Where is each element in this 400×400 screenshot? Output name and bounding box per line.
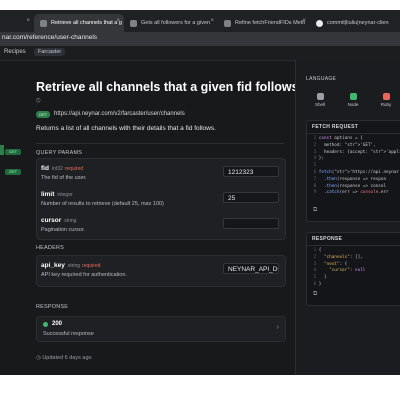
tab-label: Gets all followers for a given: [141, 20, 211, 26]
sidebar-method-badge[interactable]: GET: [5, 149, 21, 155]
tab-refine[interactable]: Refine fetchFriendFIDs Meth ×: [218, 14, 310, 32]
page-title: Retrieve all channels that a given fid f…: [36, 80, 299, 94]
param-desc: Pagination cursor.: [41, 227, 86, 233]
favicon-icon: [224, 19, 231, 27]
tab-bar: × Retrieve all channels that a g × Gets …: [0, 10, 400, 32]
sidebar-method-badge[interactable]: GET: [5, 169, 21, 175]
param-desc: The fid of the user.: [41, 175, 87, 181]
tab-label: Retrieve all channels that a g: [51, 20, 122, 26]
copy-icon[interactable]: ⧉: [313, 291, 317, 298]
response-200-card[interactable]: 200 Successful response ›: [36, 316, 286, 342]
response-header: RESPONSE: [307, 233, 400, 246]
tab-label: commit|liuliu|neynar-clien: [327, 20, 389, 26]
param-name: limit integer: [41, 191, 73, 198]
tab-close-icon[interactable]: ×: [116, 18, 120, 24]
fetch-request-header: FETCH REQUEST: [307, 121, 400, 134]
page-description: Returns a list of all channels with thei…: [36, 125, 216, 132]
site-nav: Recipes Farcaster: [0, 46, 400, 61]
response-code: 200: [52, 321, 63, 327]
github-icon: [316, 19, 323, 27]
tab-close-icon[interactable]: ×: [302, 18, 306, 24]
fetch-request-label: FETCH REQUEST: [312, 124, 359, 130]
tab-commit[interactable]: commit|liuliu|neynar-clien: [310, 14, 400, 32]
language-label: LANGUAGE: [306, 76, 337, 82]
tab-close-icon[interactable]: ×: [210, 18, 214, 24]
limit-input[interactable]: 25: [223, 192, 279, 203]
address-bar[interactable]: nar.com/reference/user-channels: [0, 32, 400, 46]
sidebar-active-indicator: [0, 145, 4, 155]
response-code-block[interactable]: 1 { 2 "channels": [], 3 "next": { 4 "cur…: [311, 248, 366, 289]
tab-active[interactable]: Retrieve all channels that a g ×: [34, 14, 124, 32]
response-text: Successful response: [43, 331, 94, 337]
code-panel: LANGUAGE Shell Node Ruby FETCH REQUEST 1…: [295, 60, 400, 375]
response-box: RESPONSE 1 { 2 "channels": [], 3 "next":…: [306, 232, 400, 306]
favicon-icon: [130, 19, 137, 27]
fid-input[interactable]: 1212323: [223, 166, 279, 177]
method-badge: GET: [36, 111, 50, 118]
param-desc: API key required for authentication.: [41, 272, 127, 278]
chevron-right-icon: ›: [276, 324, 279, 331]
headers-label: HEADERS: [36, 245, 64, 251]
updated-text: ◷ Updated 6 days ago: [36, 355, 92, 361]
param-name: fid int32 required: [41, 165, 84, 172]
api-key-input[interactable]: NEYNAR_API_DO: [223, 263, 279, 274]
query-params-panel: fid int32 required The fid of the user. 12…: [36, 158, 286, 240]
cursor-input[interactable]: [223, 218, 279, 229]
response-label: RESPONSE: [36, 304, 69, 310]
param-name: api_key string required: [41, 262, 101, 269]
tab-followers[interactable]: Gets all followers for a given ×: [124, 14, 218, 32]
tab-close-icon[interactable]: ×: [26, 18, 30, 24]
url-text[interactable]: nar.com/reference/user-channels: [2, 34, 97, 41]
tag-icon[interactable]: ⦸: [36, 97, 41, 105]
divider: [36, 143, 284, 144]
favicon-icon: [40, 19, 47, 27]
endpoint-url: https://api.neynar.com/v2/farcaster/user…: [54, 111, 185, 117]
nav-recipes[interactable]: Recipes: [4, 49, 26, 55]
tab-0[interactable]: ×: [0, 14, 34, 32]
param-name: cursor string: [41, 217, 77, 224]
fetch-request-box: FETCH REQUEST 1 const options = { 2 meth…: [306, 120, 400, 222]
tab-label: Refine fetchFriendFIDs Meth: [235, 20, 306, 26]
response-example-label: RESPONSE: [312, 236, 343, 242]
param-desc: Number of results to retrieve (default 2…: [41, 201, 164, 207]
nav-farcaster[interactable]: Farcaster: [34, 48, 66, 56]
lang-shell[interactable]: Shell: [308, 93, 332, 107]
query-params-label: QUERY PARAMS: [36, 150, 83, 156]
shell-icon: [316, 93, 324, 100]
node-icon: [349, 93, 357, 100]
request-code[interactable]: 1 const options = { 2 method: "str">'GET…: [311, 136, 400, 197]
copy-icon[interactable]: ⧉: [313, 207, 317, 214]
ruby-icon: [382, 93, 390, 100]
status-dot: [43, 322, 48, 327]
lang-ruby[interactable]: Ruby: [374, 93, 398, 107]
headers-panel: api_key string required API key required f…: [36, 255, 286, 287]
browser-window: × Retrieve all channels that a g × Gets …: [0, 10, 400, 375]
lang-node[interactable]: Node: [341, 93, 365, 107]
